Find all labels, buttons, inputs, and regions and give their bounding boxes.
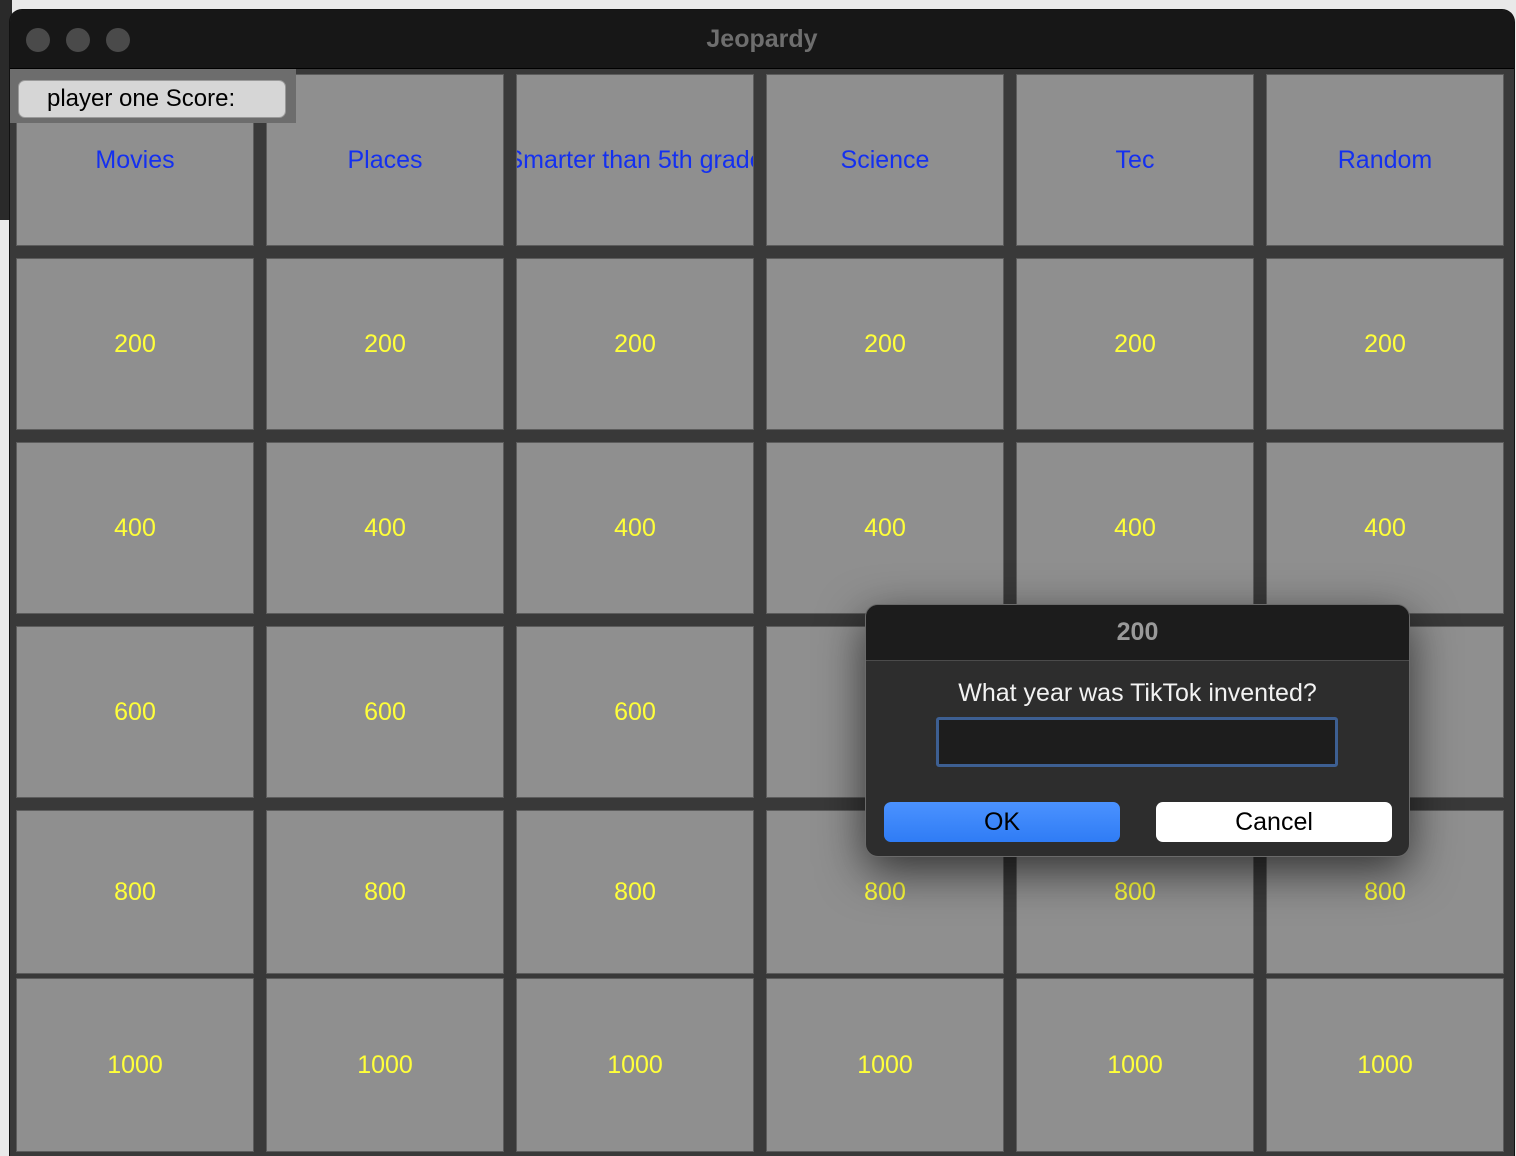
- value-cell[interactable]: 200: [1266, 258, 1504, 430]
- value-cell[interactable]: 600: [266, 626, 504, 798]
- jeopardy-window: Jeopardy Movies Places Smarter than 5th gr…: [10, 10, 1514, 1156]
- value-cell[interactable]: 400: [16, 442, 254, 614]
- value-cell[interactable]: 200: [266, 258, 504, 430]
- dialog-title: 200: [866, 605, 1409, 661]
- value-cell[interactable]: 800: [266, 810, 504, 974]
- value-cell[interactable]: 1000: [516, 978, 754, 1152]
- title-bar: Jeopardy: [10, 10, 1514, 69]
- value-cell[interactable]: 1000: [766, 978, 1004, 1152]
- cancel-button[interactable]: Cancel: [1156, 802, 1392, 842]
- category-header[interactable]: Science: [766, 74, 1004, 246]
- value-cell[interactable]: 1000: [1016, 978, 1254, 1152]
- value-cell[interactable]: 200: [1016, 258, 1254, 430]
- value-cell[interactable]: 200: [516, 258, 754, 430]
- value-cell[interactable]: 800: [516, 810, 754, 974]
- ok-button[interactable]: OK: [884, 802, 1120, 842]
- question-dialog: 200 What year was TikTok invented? OK Ca…: [865, 604, 1410, 857]
- score-panel: player one Score:: [10, 69, 296, 123]
- category-header[interactable]: Tec: [1016, 74, 1254, 246]
- value-cell[interactable]: 1000: [16, 978, 254, 1152]
- value-cell[interactable]: 800: [16, 810, 254, 974]
- value-cell[interactable]: 600: [16, 626, 254, 798]
- value-cell[interactable]: 400: [1016, 442, 1254, 614]
- window-title: Jeopardy: [706, 25, 818, 53]
- answer-input[interactable]: [936, 717, 1338, 767]
- player-one-score-button[interactable]: player one Score:: [18, 80, 286, 118]
- value-cell[interactable]: 1000: [1266, 978, 1504, 1152]
- value-cell[interactable]: 400: [266, 442, 504, 614]
- value-cell[interactable]: 200: [16, 258, 254, 430]
- category-header[interactable]: Places: [266, 74, 504, 246]
- value-cell[interactable]: 1000: [266, 978, 504, 1152]
- value-cell[interactable]: 400: [1266, 442, 1504, 614]
- value-cell[interactable]: 400: [516, 442, 754, 614]
- category-header[interactable]: Smarter than 5th grade: [516, 74, 754, 246]
- value-cell[interactable]: 600: [516, 626, 754, 798]
- dialog-question: What year was TikTok invented?: [958, 679, 1317, 707]
- value-cell[interactable]: 400: [766, 442, 1004, 614]
- category-header[interactable]: Random: [1266, 74, 1504, 246]
- value-cell[interactable]: 200: [766, 258, 1004, 430]
